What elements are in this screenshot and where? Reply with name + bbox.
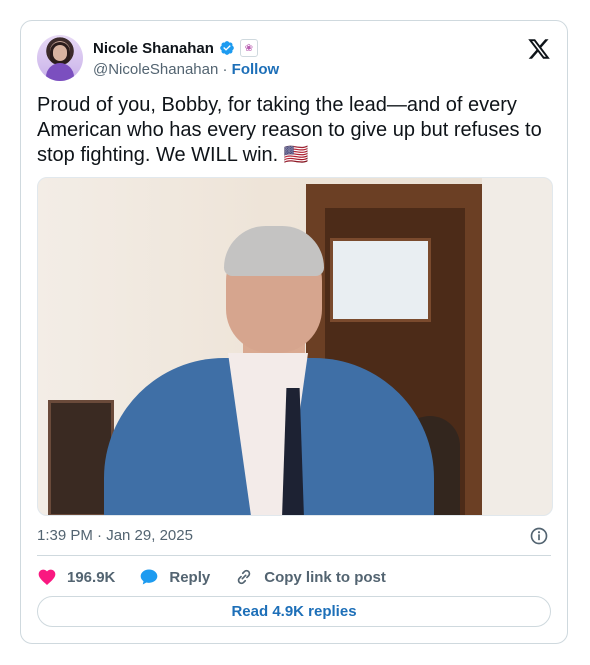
divider (37, 555, 551, 556)
reply-bubble-icon (141, 569, 158, 585)
handle-row: @NicoleShanahan · Follow (93, 61, 279, 78)
affiliate-badge-icon[interactable]: ❀ (239, 39, 258, 57)
reply-button[interactable]: Reply (139, 567, 210, 587)
read-replies-button[interactable]: Read 4.9K replies (37, 596, 551, 627)
copy-link-label: Copy link to post (264, 568, 386, 586)
info-icon[interactable] (529, 526, 549, 546)
copy-link-button[interactable]: Copy link to post (234, 567, 386, 587)
action-bar: 196.9K Reply Copy link to post (37, 567, 551, 587)
author-avatar[interactable] (37, 35, 83, 81)
link-icon (237, 569, 251, 585)
verified-badge-icon (220, 41, 234, 55)
handle-separator: · (222, 61, 228, 78)
reply-label: Reply (169, 568, 211, 586)
like-button[interactable]: 196.9K (37, 567, 115, 587)
tweet-timestamp[interactable]: 1:39 PM · Jan 29, 2025 (37, 527, 193, 544)
author-handle[interactable]: @NicoleShanahan (93, 61, 218, 78)
follow-link[interactable]: Follow (232, 61, 280, 78)
tweet-photo[interactable] (37, 177, 553, 516)
like-count: 196.9K (67, 568, 116, 586)
tweet-text: Proud of you, Bobby, for taking the lead… (37, 94, 542, 166)
heart-icon (38, 569, 56, 585)
tweet-card: Nicole Shanahan ❀ @NicoleShanahan · Foll… (20, 20, 568, 644)
author-name[interactable]: Nicole Shanahan (93, 40, 214, 57)
x-logo-icon[interactable] (527, 37, 551, 61)
author-name-row: Nicole Shanahan ❀ (93, 39, 258, 57)
tweet-header: Nicole Shanahan ❀ @NicoleShanahan · Foll… (37, 35, 551, 81)
